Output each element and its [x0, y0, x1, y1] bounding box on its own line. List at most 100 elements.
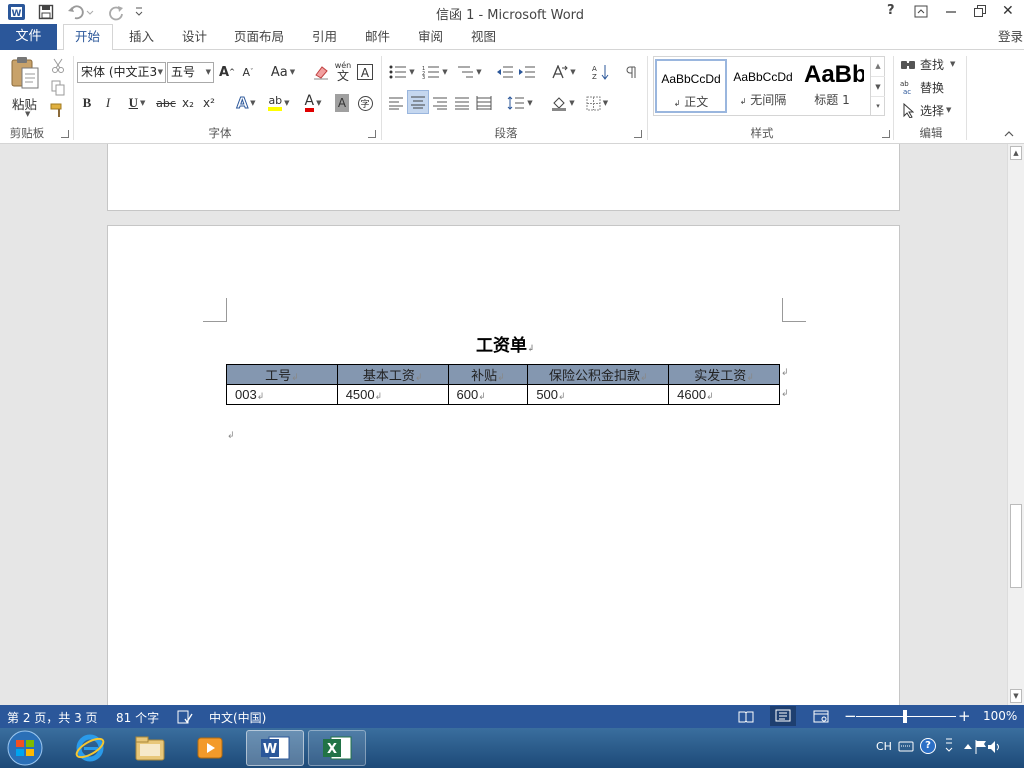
word-app-icon[interactable]: W: [8, 4, 25, 20]
justify-icon[interactable]: [452, 92, 472, 114]
salary-table[interactable]: 工号↲ 基本工资↲ 补贴↲ 保险公积金扣款↲ 实发工资↲ 003↲ 4500↲ …: [226, 364, 780, 405]
find-button[interactable]: 查找 ▼: [900, 53, 962, 75]
shrink-font-icon[interactable]: Aˇ: [240, 61, 256, 83]
table-cell[interactable]: 500↲: [527, 384, 670, 405]
table-cell[interactable]: 4500↲: [336, 384, 449, 405]
web-layout-icon[interactable]: [813, 710, 829, 723]
text-effects-button[interactable]: A ▼: [232, 92, 260, 114]
font-name-combo[interactable]: 宋体 (中文正3 ▼: [77, 62, 166, 83]
change-case-button[interactable]: Aa ▼: [268, 61, 298, 83]
table-header-cell[interactable]: 实发工资↲: [668, 364, 780, 385]
increase-indent-icon[interactable]: [518, 61, 536, 83]
italic-button[interactable]: I: [102, 92, 114, 114]
character-border-icon[interactable]: A: [356, 61, 374, 83]
styles-scroll-down-icon[interactable]: ▼: [871, 76, 885, 96]
align-right-icon[interactable]: [430, 92, 450, 114]
align-left-icon[interactable]: [386, 92, 406, 114]
taskbar-word[interactable]: W: [246, 730, 304, 766]
quick-access-customize-icon[interactable]: [134, 6, 144, 18]
phonetic-guide-button[interactable]: wén 文: [333, 58, 353, 84]
strikethrough-button[interactable]: abc: [155, 92, 177, 114]
collapse-ribbon-icon[interactable]: [1004, 130, 1014, 138]
show-formatting-marks-icon[interactable]: [624, 61, 640, 83]
page-2[interactable]: [107, 225, 900, 705]
ribbon-display-options-icon[interactable]: [914, 5, 928, 18]
ime-indicator[interactable]: CH: [876, 740, 892, 753]
show-hidden-icons-icon[interactable]: [963, 742, 973, 750]
enclose-characters-button[interactable]: 字: [356, 92, 374, 114]
table-header-cell[interactable]: 补贴↲: [447, 364, 529, 385]
tab-design[interactable]: 设计: [182, 29, 207, 46]
sort-icon[interactable]: AZ: [592, 61, 610, 83]
table-header-cell[interactable]: 基本工资↲: [336, 364, 449, 385]
undo-icon[interactable]: [66, 3, 94, 21]
paragraph-dialog-launcher[interactable]: [634, 130, 642, 138]
print-layout-icon[interactable]: [770, 706, 796, 726]
tab-page-layout[interactable]: 页面布局: [234, 29, 284, 46]
style-heading-1[interactable]: AaBb 标题 1: [800, 59, 864, 113]
table-cell[interactable]: 600↲: [447, 384, 529, 405]
line-spacing-button[interactable]: ▼: [505, 92, 535, 114]
replace-button[interactable]: ab ac 替换: [900, 76, 950, 98]
font-color-button[interactable]: A ▼: [298, 92, 328, 114]
font-size-combo[interactable]: 五号 ▼: [167, 62, 214, 83]
underline-button[interactable]: U ▼: [123, 92, 151, 114]
clipboard-dialog-launcher[interactable]: [61, 130, 69, 138]
login-link[interactable]: 登录: [998, 29, 1023, 46]
taskbar-ie[interactable]: [62, 730, 118, 766]
decrease-indent-icon[interactable]: [496, 61, 514, 83]
redo-icon[interactable]: [106, 3, 126, 21]
copy-icon[interactable]: [50, 77, 66, 99]
font-dialog-launcher[interactable]: [368, 130, 376, 138]
shading-button[interactable]: ▼: [548, 92, 578, 114]
page-count[interactable]: 第 2 页，共 3 页: [7, 709, 98, 726]
vertical-scrollbar[interactable]: ▲ ▼: [1007, 144, 1024, 705]
taskbar-excel[interactable]: X: [308, 730, 366, 766]
styles-scroll-up-icon[interactable]: ▲: [871, 56, 885, 76]
chinese-layout-button[interactable]: ▼: [550, 61, 578, 83]
help-button[interactable]: ?: [887, 3, 899, 18]
zoom-level[interactable]: 100%: [983, 709, 1017, 723]
restore-icon[interactable]: [973, 4, 987, 18]
bullets-button[interactable]: ▼: [387, 61, 417, 83]
volume-icon[interactable]: [986, 739, 1002, 755]
bold-button[interactable]: B: [80, 92, 94, 114]
scroll-down-icon[interactable]: ▼: [1010, 689, 1022, 703]
ime-help-icon[interactable]: ?: [920, 738, 936, 754]
styles-dialog-launcher[interactable]: [882, 130, 890, 138]
zoom-in-icon[interactable]: +: [958, 707, 971, 725]
style-no-spacing[interactable]: AaBbCcDd ↲ 无间隔: [727, 59, 799, 113]
ime-options-icon[interactable]: [944, 736, 954, 754]
word-count[interactable]: 81 个字: [116, 709, 159, 726]
numbering-button[interactable]: 1 2 3 ▼: [420, 61, 450, 83]
clear-formatting-icon[interactable]: [312, 61, 330, 83]
start-button[interactable]: [4, 730, 46, 766]
character-shading-button[interactable]: A: [335, 94, 349, 112]
file-tab[interactable]: 文件: [0, 24, 57, 50]
select-button[interactable]: 选择 ▼: [902, 99, 958, 121]
distributed-icon[interactable]: [474, 92, 494, 114]
taskbar-explorer[interactable]: [122, 730, 178, 766]
tab-review[interactable]: 审阅: [418, 29, 443, 46]
zoom-out-icon[interactable]: −: [844, 707, 857, 725]
save-icon[interactable]: [38, 4, 54, 20]
language-indicator[interactable]: 中文(中国): [209, 709, 266, 726]
grow-font-icon[interactable]: A ^: [218, 61, 236, 83]
table-header-cell[interactable]: 保险公积金扣款↲: [527, 364, 670, 385]
styles-more-icon[interactable]: ▾: [871, 96, 885, 115]
table-header-cell[interactable]: 工号↲: [226, 364, 338, 385]
paste-button[interactable]: 粘贴 ▼: [6, 54, 46, 118]
highlight-button[interactable]: ab ▼: [264, 92, 294, 114]
tab-home-label[interactable]: 开始: [75, 29, 100, 46]
scroll-thumb[interactable]: [1010, 504, 1022, 588]
document-heading[interactable]: 工资单↲: [476, 331, 556, 356]
tab-view[interactable]: 视图: [471, 29, 496, 46]
table-cell[interactable]: 4600↲: [668, 384, 780, 405]
multilevel-list-button[interactable]: ▼: [454, 61, 484, 83]
superscript-button[interactable]: x²: [201, 92, 217, 114]
scroll-up-icon[interactable]: ▲: [1010, 146, 1022, 160]
subscript-button[interactable]: x₂: [180, 92, 196, 114]
proofing-icon[interactable]: [177, 710, 193, 724]
zoom-slider-thumb[interactable]: [903, 710, 907, 723]
tab-insert[interactable]: 插入: [129, 29, 154, 46]
